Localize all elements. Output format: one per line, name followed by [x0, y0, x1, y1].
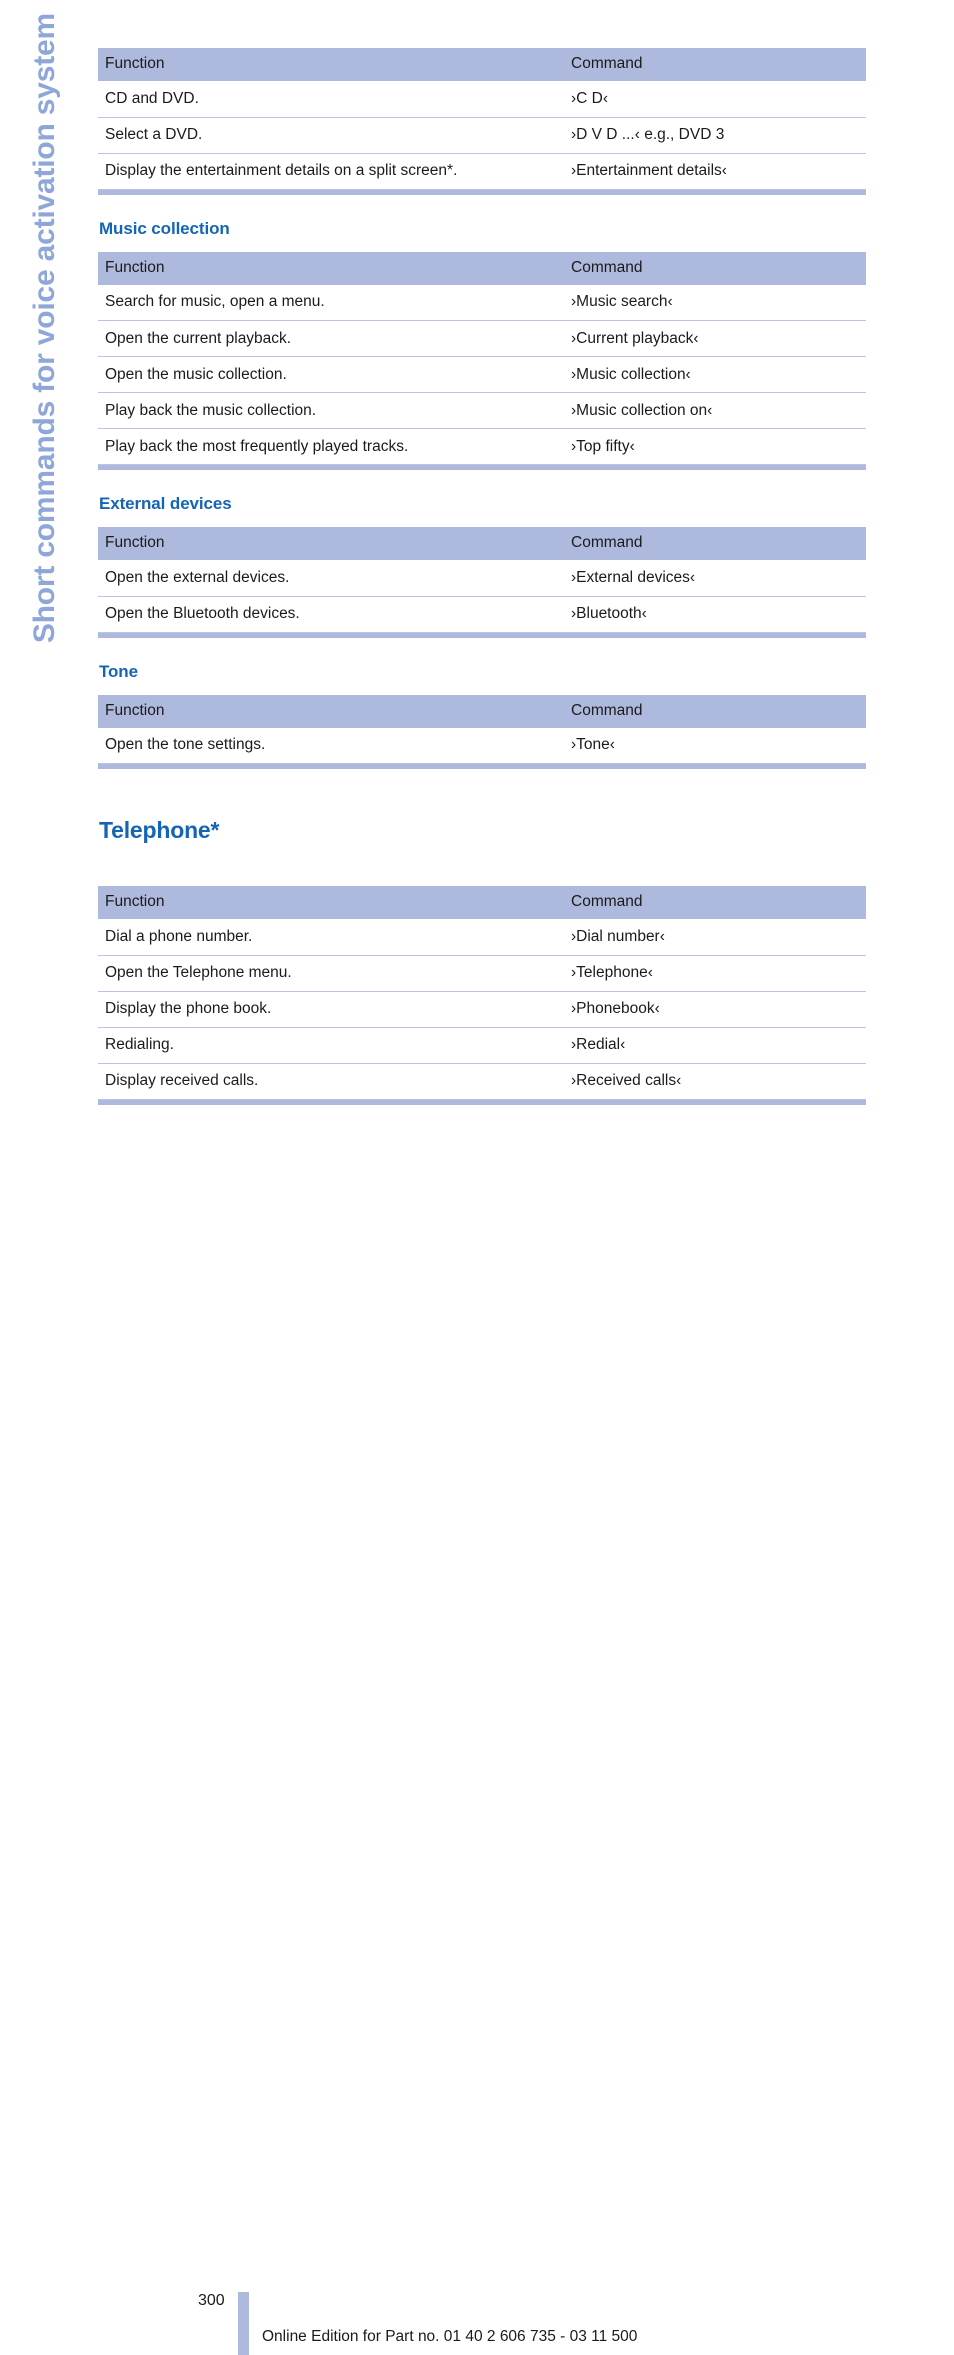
column-header-function: Function [98, 694, 564, 728]
table-row: Search for music, open a menu. ›Music se… [98, 284, 866, 321]
command-table-music-collection: Function Command Search for music, open … [98, 251, 866, 465]
cell-command: ›Redial‹ [564, 1026, 866, 1064]
table-row: Display received calls. ›Received calls‹ [98, 1062, 866, 1100]
table-header-row: Function Command [98, 251, 866, 285]
table-row: Open the Bluetooth devices. ›Bluetooth‹ [98, 595, 866, 633]
cell-function: Dial a phone number. [98, 919, 564, 956]
cell-function: Open the tone settings. [98, 727, 564, 764]
command-table-tone: Function Command Open the tone settings.… [98, 694, 866, 764]
footer-accent-bar [238, 2292, 249, 2355]
table-row: Play back the music collection. ›Music c… [98, 392, 866, 429]
cell-command: ›D V D ...‹ e.g., DVD 3 [564, 116, 866, 154]
cell-function: Select a DVD. [98, 116, 564, 154]
cell-function: Play back the most frequently played tra… [98, 428, 564, 465]
footer-edition-note: Online Edition for Part no. 01 40 2 606 … [262, 2328, 638, 2345]
cell-function: Display received calls. [98, 1062, 564, 1100]
table-row: Open the external devices. ›External dev… [98, 560, 866, 597]
table-footer-bar [98, 1099, 866, 1105]
cell-command: ›Music collection‹ [564, 356, 866, 393]
cell-function: Display the entertainment details on a s… [98, 152, 564, 190]
table-row: Open the Telephone menu. ›Telephone‹ [98, 954, 866, 992]
cell-command: ›Received calls‹ [564, 1062, 866, 1100]
cell-function: Open the Bluetooth devices. [98, 595, 564, 633]
cell-command: ›External devices‹ [564, 560, 866, 597]
column-header-function: Function [98, 527, 564, 560]
table-header-row: Function Command [98, 886, 866, 919]
cell-command: ›Entertainment details‹ [564, 152, 866, 190]
chapter-heading-telephone: Telephone* [99, 817, 220, 843]
table-row: Open the tone settings. ›Tone‹ [98, 727, 866, 764]
column-header-command: Command [564, 694, 866, 728]
table-header-row: Function Command [98, 48, 866, 81]
column-header-function: Function [98, 48, 564, 81]
cell-function: Open the current playback. [98, 320, 564, 357]
cell-command: ›Tone‹ [564, 727, 866, 764]
running-head-title: Short commands for voice activation syst… [28, 13, 61, 644]
cell-command: ›Music collection on‹ [564, 392, 866, 429]
table-header-row: Function Command [98, 527, 866, 560]
column-header-function: Function [98, 886, 564, 919]
cell-function: Play back the music collection. [98, 392, 564, 429]
table-row: Dial a phone number. ›Dial number‹ [98, 919, 866, 956]
section-heading-music-collection: Music collection [99, 218, 230, 238]
table-row: Select a DVD. ›D V D ...‹ e.g., DVD 3 [98, 116, 866, 154]
table-row: Redialing. ›Redial‹ [98, 1026, 866, 1064]
table-row: Open the music collection. ›Music collec… [98, 356, 866, 393]
cell-command: ›C D‹ [564, 81, 866, 118]
table-row: Play back the most frequently played tra… [98, 428, 866, 465]
cell-function: Redialing. [98, 1026, 564, 1064]
cell-command: ›Top fifty‹ [564, 428, 866, 465]
command-table-entertainment: Function Command CD and DVD. ›C D‹ Selec… [98, 48, 866, 190]
cell-command: ›Current playback‹ [564, 320, 866, 357]
cell-function: Open the external devices. [98, 560, 564, 597]
cell-function: Search for music, open a menu. [98, 284, 564, 321]
page-footer: 300 Online Edition for Part no. 01 40 2 … [0, 1140, 954, 2355]
column-header-command: Command [564, 886, 866, 919]
cell-command: ›Dial number‹ [564, 919, 866, 956]
table-row: Open the current playback. ›Current play… [98, 320, 866, 357]
cell-function: Display the phone book. [98, 990, 564, 1028]
cell-function: Open the music collection. [98, 356, 564, 393]
running-head-container: Short commands for voice activation syst… [0, 0, 96, 880]
cell-function: CD and DVD. [98, 81, 564, 118]
cell-command: ›Music search‹ [564, 284, 866, 321]
section-heading-tone: Tone [99, 661, 138, 681]
cell-command: ›Telephone‹ [564, 954, 866, 992]
table-row: Display the phone book. ›Phonebook‹ [98, 990, 866, 1028]
column-header-command: Command [564, 48, 866, 81]
page-content: Function Command CD and DVD. ›C D‹ Selec… [98, 0, 868, 1105]
cell-command: ›Bluetooth‹ [564, 595, 866, 633]
top-spacer [98, 0, 868, 48]
table-header-row: Function Command [98, 694, 866, 728]
page-number: 300 [198, 2292, 225, 2309]
cell-command: ›Phonebook‹ [564, 990, 866, 1028]
table-row: Display the entertainment details on a s… [98, 152, 866, 190]
cell-function: Open the Telephone menu. [98, 954, 564, 992]
column-header-command: Command [564, 251, 866, 285]
command-table-external-devices: Function Command Open the external devic… [98, 527, 866, 633]
section-heading-external-devices: External devices [99, 494, 232, 513]
column-header-command: Command [564, 527, 866, 560]
command-table-telephone: Function Command Dial a phone number. ›D… [98, 886, 866, 1100]
table-row: CD and DVD. ›C D‹ [98, 81, 866, 118]
column-header-function: Function [98, 251, 564, 285]
